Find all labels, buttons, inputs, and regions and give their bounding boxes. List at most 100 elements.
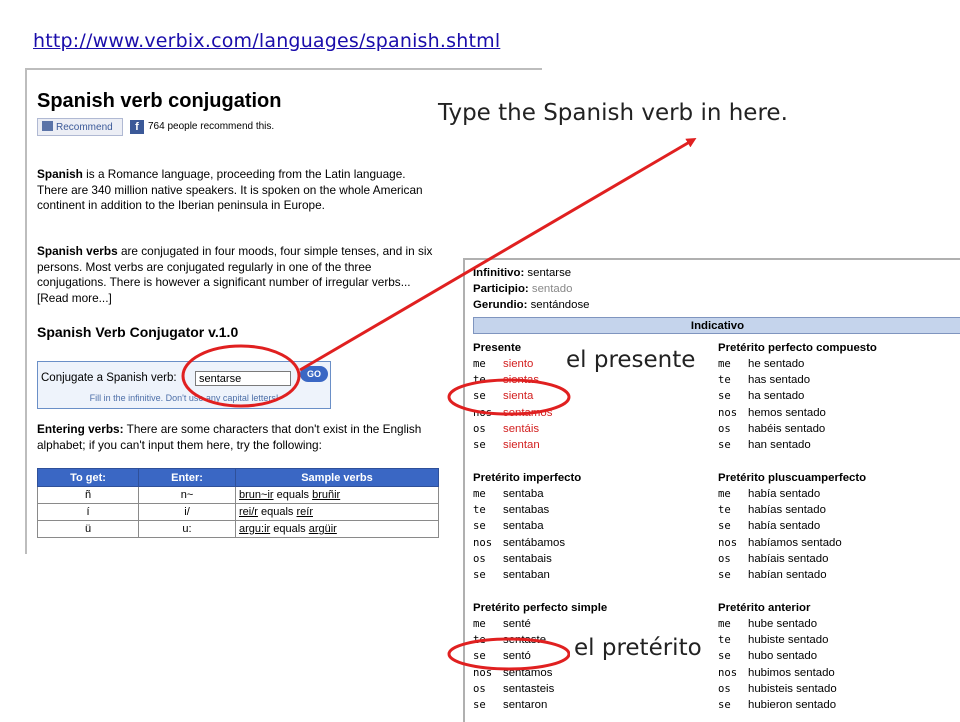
pronoun: te <box>718 634 731 647</box>
pronoun: se <box>718 520 731 533</box>
header-to-get: To get: <box>37 468 139 487</box>
tense-block: Pretérito pluscuamperfecto me había sentad… <box>718 470 958 583</box>
sample-link[interactable]: bruñir <box>312 489 340 501</box>
gerundio-label: Gerundio: <box>473 299 528 311</box>
conjugation-row: se sentaba <box>473 518 713 534</box>
conjugate-label: Conjugate a Spanish verb: <box>41 372 177 384</box>
sample-link[interactable]: argu:ir <box>239 523 270 535</box>
tense-title: Pretérito perfecto simple <box>473 602 608 614</box>
table-row: ü u: argu:ir equals argüir <box>37 520 439 538</box>
conjugation-row: me hube sentado <box>718 616 958 632</box>
entering-lead: Entering verbs: <box>37 422 124 436</box>
conjugation-row: se ha sentado <box>718 388 958 404</box>
tense-block: Pretérito imperfecto me sentaba te sentabas s… <box>473 470 713 583</box>
cell-sample: brun~ir equals bruñir <box>235 486 439 504</box>
conjugation-row: se han sentado <box>718 437 958 453</box>
header-sample-verbs: Sample verbs <box>235 468 439 487</box>
conjugation-row: nos sentábamos <box>473 535 713 551</box>
participio-value: sentado <box>531 283 573 295</box>
pronoun: me <box>473 358 486 370</box>
conjugation-table-screenshot: Infinitivo: sentarse Participio: sentado… <box>463 258 960 722</box>
pronoun: se <box>718 650 731 663</box>
conjugation-row: nos sentamos <box>473 665 713 681</box>
pronoun: se <box>473 438 486 451</box>
tense-title: Pretérito perfecto compuesto <box>718 342 877 354</box>
infinitivo-row: Infinitivo: sentarse <box>473 265 590 281</box>
pronoun: os <box>718 682 731 695</box>
recommend-count: 764 people recommend this. <box>148 121 275 132</box>
pronoun: os <box>718 422 731 435</box>
verb-form: han sentado <box>748 438 811 451</box>
gerundio-value: sentándose <box>530 299 590 311</box>
equals-text: equals <box>273 489 313 501</box>
conjugation-row: os sentabais <box>473 551 713 567</box>
infinitivo-label: Infinitivo: <box>473 267 525 279</box>
verb-form: sentabais <box>503 552 552 565</box>
sample-link[interactable]: argüir <box>309 523 337 535</box>
pronoun: te <box>473 504 486 517</box>
pronoun: me <box>718 358 731 370</box>
pronoun: se <box>473 698 486 711</box>
conjugation-row: nos sentamos <box>473 405 713 421</box>
pronoun: me <box>718 618 731 630</box>
conjugation-row: os habíais sentado <box>718 551 958 567</box>
conjugation-row: os hubisteis sentado <box>718 681 958 697</box>
cell-get: ü <box>37 520 139 538</box>
conjugation-row: nos habíamos sentado <box>718 535 958 551</box>
pronoun: se <box>718 568 731 581</box>
verb-form: sentó <box>503 650 531 663</box>
conjugation-row: se había sentado <box>718 518 958 534</box>
go-button[interactable]: GO <box>300 366 328 382</box>
infinitivo-value: sentarse <box>527 267 572 279</box>
sample-link[interactable]: brun~ir <box>239 489 274 501</box>
sample-link[interactable]: rei/r <box>239 506 258 518</box>
verb-form: habías sentado <box>748 504 826 517</box>
conjugation-row: te sentabas <box>473 502 713 518</box>
verb-input[interactable]: sentarse <box>195 371 291 386</box>
conjugate-hint: Fill in the infinitive. Don't use any ca… <box>89 393 279 403</box>
cell-enter: n~ <box>138 486 236 504</box>
pronoun: nos <box>473 666 493 679</box>
verb-form: sentamos <box>503 406 553 419</box>
cell-get: í <box>37 503 139 521</box>
verb-form: hubimos sentado <box>748 666 835 679</box>
conjugation-row: se sienta <box>473 388 713 404</box>
conjugation-row: te has sentado <box>718 372 958 388</box>
pronoun: se <box>473 568 486 581</box>
equals-text: equals <box>270 523 309 535</box>
cell-sample: argu:ir equals argüir <box>235 520 439 538</box>
verb-form: sentaba <box>503 520 544 533</box>
verb-form: hubiste sentado <box>748 634 829 647</box>
conjugation-row: nos hubimos sentado <box>718 665 958 681</box>
table-header-row: To get: Enter: Sample verbs <box>37 468 439 487</box>
conjugation-row: os sentasteis <box>473 681 713 697</box>
pronoun: os <box>718 552 731 565</box>
conjugation-row: te habías sentado <box>718 502 958 518</box>
sample-link[interactable]: reír <box>296 506 313 518</box>
recommend-button[interactable]: Recommend <box>37 118 123 136</box>
verb-form: sentaste <box>503 634 547 647</box>
pronoun: nos <box>718 406 738 419</box>
verb-forms: Infinitivo: sentarse Participio: sentado… <box>473 265 590 313</box>
verb-form: hubo sentado <box>748 650 818 663</box>
conjugation-row: te sientas <box>473 372 713 388</box>
conjugation-row: os sentáis <box>473 421 713 437</box>
source-url-link[interactable]: http://www.verbix.com/languages/spanish.… <box>33 30 500 52</box>
equals-text: equals <box>257 506 297 518</box>
verb-form: habíais sentado <box>748 552 829 565</box>
tense-block: Pretérito perfecto compuesto me he sentado… <box>718 340 958 453</box>
verb-form: sentamos <box>503 666 553 679</box>
verb-form: sentaban <box>503 568 550 581</box>
conjugation-row: se sentaron <box>473 697 713 713</box>
pronoun: os <box>473 552 486 565</box>
verb-form: hube sentado <box>748 618 818 630</box>
tense-title: Pretérito anterior <box>718 602 811 614</box>
pronoun: se <box>473 520 486 533</box>
verb-form: sentábamos <box>503 536 566 549</box>
conjugation-row: se sientan <box>473 437 713 453</box>
verbs-lead: Spanish verbs <box>37 244 118 258</box>
conjugation-row: me he sentado <box>718 356 958 372</box>
header-enter: Enter: <box>138 468 236 487</box>
verb-form: sientas <box>503 374 540 387</box>
tense-title: Pretérito pluscuamperfecto <box>718 472 867 484</box>
